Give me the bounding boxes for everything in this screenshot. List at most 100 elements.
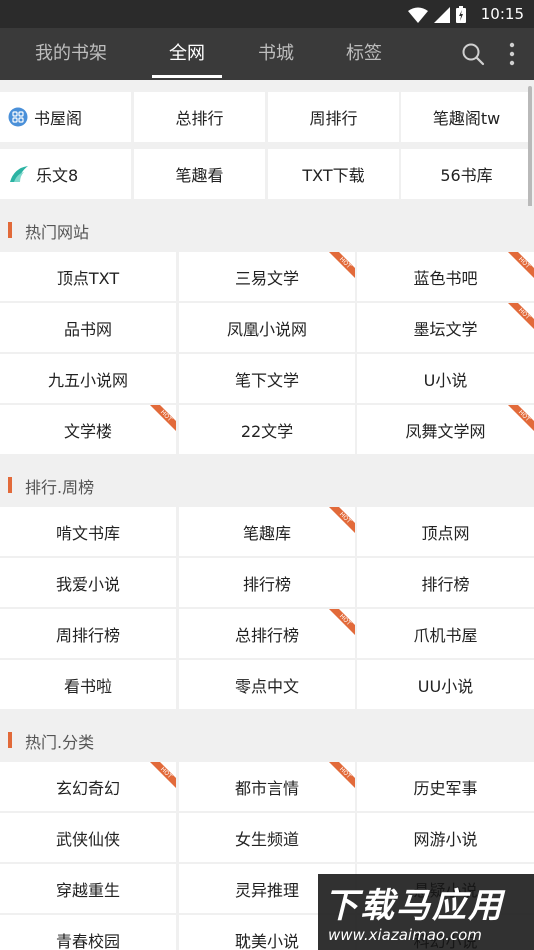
site-link-item[interactable]: U小说 <box>357 354 534 403</box>
status-bar: 10:15 <box>0 0 534 28</box>
site-link-item[interactable]: 九五小说网 <box>0 354 176 403</box>
site-link-label: 总排行榜 <box>234 625 299 645</box>
site-link-label: 爪机书屋 <box>413 625 478 645</box>
site-link-label: 武侠仙侠 <box>55 829 120 849</box>
hot-badge-icon: HOT <box>329 609 355 635</box>
site-link-label: 历史军事 <box>413 778 478 798</box>
quick-link-lewen8[interactable]: 乐文8 <box>0 149 131 199</box>
site-link-item[interactable]: 青春校园 <box>0 915 176 950</box>
site-link-item[interactable]: 玄幻奇幻 HOT <box>0 762 176 811</box>
tab-bookstore[interactable]: 书城 <box>244 28 308 80</box>
site-link-item[interactable]: 总排行榜 HOT <box>179 609 355 658</box>
site-link-item[interactable]: 笔下文学 <box>179 354 355 403</box>
quick-link-week-rank[interactable]: 周排行 <box>268 92 399 142</box>
site-link-item[interactable]: 文学楼 HOT <box>0 405 176 454</box>
status-time: 10:15 <box>480 5 524 23</box>
site-link-item[interactable]: 啃文书库 <box>0 507 176 556</box>
site-link-item[interactable]: 网游小说 <box>357 813 534 862</box>
hot-badge-icon: HOT <box>508 252 534 278</box>
watermark-main-text: 下载马应用 <box>324 886 504 926</box>
site-link-label: 笔下文学 <box>234 370 299 390</box>
site-link-label: 九五小说网 <box>47 370 128 390</box>
hot-badge-icon: HOT <box>150 762 176 788</box>
signal-icon <box>434 6 450 23</box>
site-link-item[interactable]: 三易文学 HOT <box>179 252 355 301</box>
tab-bookshelf[interactable]: 我的书架 <box>26 28 116 80</box>
site-link-item[interactable]: 品书网 <box>0 303 176 352</box>
site-link-item[interactable]: UU小说 <box>357 660 534 709</box>
battery-icon <box>456 6 466 23</box>
site-link-item[interactable]: 都市言情 HOT <box>179 762 355 811</box>
site-link-item[interactable]: 顶点网 <box>357 507 534 556</box>
quick-link-label: 书屋阁 <box>34 109 83 128</box>
section-accent-bar <box>8 222 12 238</box>
quick-link-txt-download[interactable]: TXT下载 <box>268 149 399 199</box>
tab-all-web[interactable]: 全网 <box>150 28 224 80</box>
section-header-weekly-rank: 排行.周榜 <box>0 461 534 509</box>
site-link-item[interactable]: 我爱小说 <box>0 558 176 607</box>
hot-badge-icon: HOT <box>329 507 355 533</box>
more-options-icon[interactable] <box>502 40 522 68</box>
active-tab-indicator <box>152 75 222 78</box>
section-accent-bar <box>8 477 12 493</box>
hot-sites-grid: 顶点TXT 三易文学 HOT 蓝色书吧 HOT 品书网 凤凰小说网 墨坛文学 HOT 九五小说网 笔… <box>0 252 534 456</box>
site-link-item[interactable]: 历史军事 <box>357 762 534 811</box>
site-link-item[interactable]: 周排行榜 <box>0 609 176 658</box>
site-link-item[interactable]: 爪机书屋 <box>357 609 534 658</box>
site-link-item[interactable]: 墨坛文学 HOT <box>357 303 534 352</box>
section-header-hot-categories: 热门.分类 <box>0 716 534 764</box>
quick-link-total-rank[interactable]: 总排行 <box>134 92 265 142</box>
site-link-item[interactable]: 女生频道 <box>179 813 355 862</box>
hot-badge-icon: HOT <box>329 762 355 788</box>
quick-links-row: 乐文8 笔趣看 TXT下载 56书库 <box>0 149 534 201</box>
site-link-item[interactable]: 排行榜 <box>179 558 355 607</box>
site-link-label: UU小说 <box>417 676 474 696</box>
site-link-label: 22文学 <box>240 421 294 441</box>
weekly-rank-grid: 啃文书库 笔趣库 HOT 顶点网 我爱小说 排行榜 排行榜 周排行榜 总排行榜 HOT 爪机书屋 看书… <box>0 507 534 711</box>
site-link-item[interactable]: 武侠仙侠 <box>0 813 176 862</box>
section-title: 排行.周榜 <box>25 478 95 497</box>
lewen-logo-icon <box>10 166 28 182</box>
site-link-label: 文学楼 <box>63 421 112 441</box>
wifi-icon <box>408 7 428 23</box>
site-link-label: 凤凰小说网 <box>226 319 307 339</box>
site-link-label: 看书啦 <box>63 676 112 696</box>
site-link-label: 青春校园 <box>55 931 120 950</box>
site-link-item[interactable]: 22文学 <box>179 405 355 454</box>
site-link-item[interactable]: 顶点TXT <box>0 252 176 301</box>
site-link-label: 玄幻奇幻 <box>55 778 120 798</box>
site-link-label: 网游小说 <box>413 829 478 849</box>
section-accent-bar <box>8 732 12 748</box>
quick-link-biqukan[interactable]: 笔趣看 <box>134 149 265 199</box>
site-link-item[interactable]: 蓝色书吧 HOT <box>357 252 534 301</box>
quick-links-row: 书屋阁 总排行 周排行 笔趣阁tw <box>0 92 534 144</box>
quick-link-label: 乐文8 <box>36 166 79 185</box>
scrollbar[interactable] <box>528 86 532 226</box>
site-link-label: 都市言情 <box>234 778 299 798</box>
section-title: 热门网站 <box>25 223 90 242</box>
hot-badge-icon: HOT <box>508 303 534 329</box>
site-link-item[interactable]: 穿越重生 <box>0 864 176 913</box>
site-link-item[interactable]: 零点中文 <box>179 660 355 709</box>
top-toolbar: 我的书架 全网 书城 标签 <box>0 28 534 80</box>
site-link-label: 顶点网 <box>421 523 470 543</box>
site-link-label: 啃文书库 <box>55 523 120 543</box>
site-link-label: 零点中文 <box>234 676 299 696</box>
site-link-label: 顶点TXT <box>56 268 120 288</box>
search-icon[interactable] <box>461 42 485 66</box>
site-link-item[interactable]: 排行榜 <box>357 558 534 607</box>
quick-link-biquge-tw[interactable]: 笔趣阁tw <box>401 92 532 142</box>
tab-tags[interactable]: 标签 <box>332 28 396 80</box>
site-link-item[interactable]: 笔趣库 HOT <box>179 507 355 556</box>
quick-link-56-shuku[interactable]: 56书库 <box>401 149 532 199</box>
site-link-label: 凤舞文学网 <box>405 421 486 441</box>
quick-link-shuwuge[interactable]: 书屋阁 <box>0 92 131 142</box>
hot-badge-icon: HOT <box>150 405 176 431</box>
site-link-label: 穿越重生 <box>55 880 120 900</box>
site-link-item[interactable]: 凤凰小说网 <box>179 303 355 352</box>
shuwuge-logo-icon <box>8 107 28 127</box>
site-link-item[interactable]: 看书啦 <box>0 660 176 709</box>
site-link-label: 笔趣库 <box>242 523 291 543</box>
site-link-item[interactable]: 凤舞文学网 HOT <box>357 405 534 454</box>
site-link-label: U小说 <box>423 370 468 390</box>
